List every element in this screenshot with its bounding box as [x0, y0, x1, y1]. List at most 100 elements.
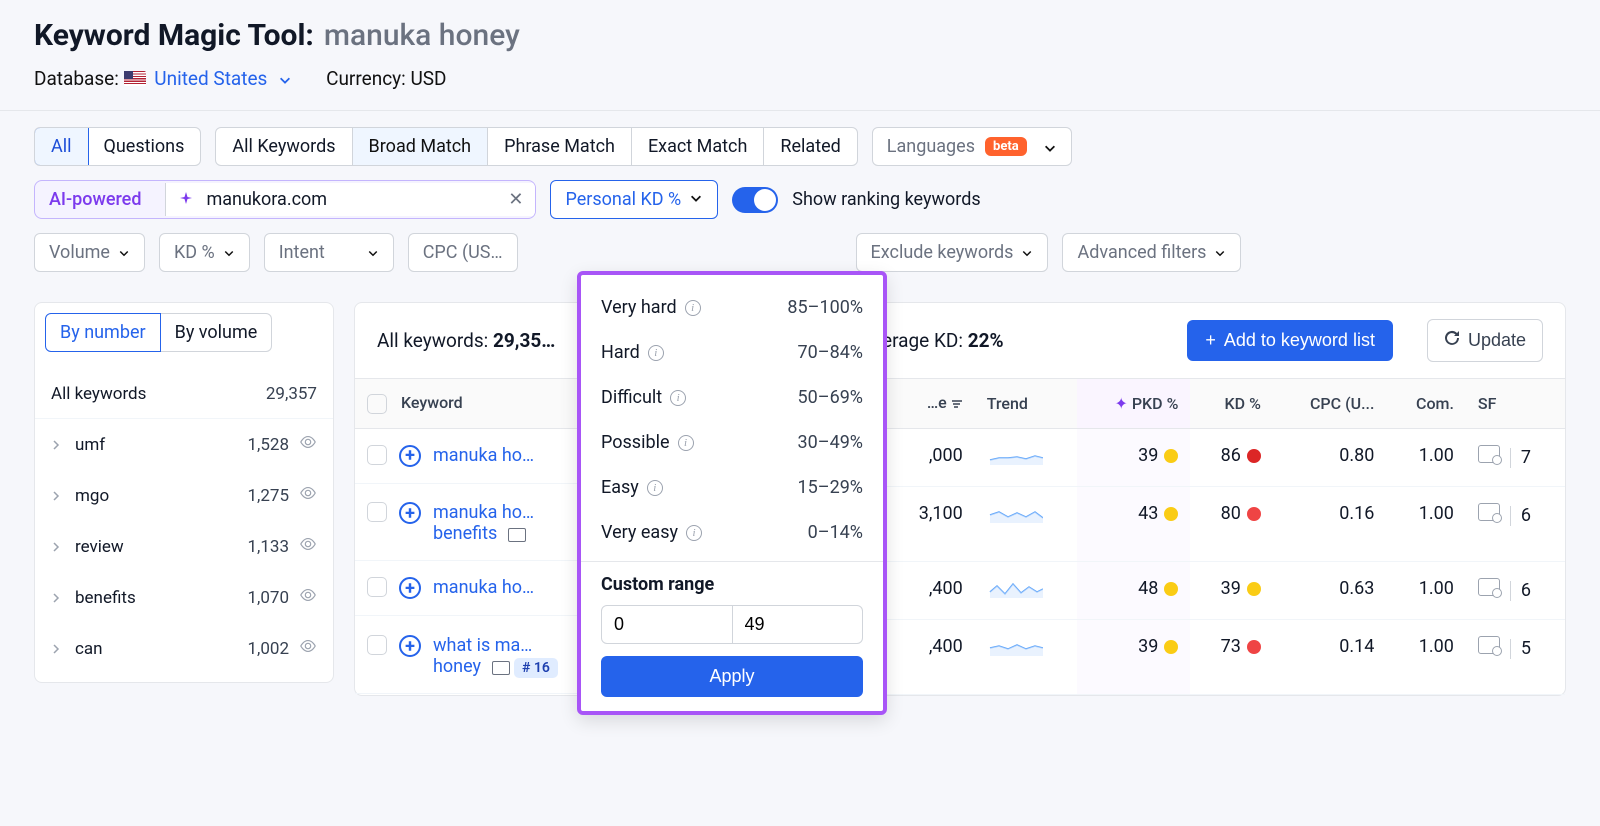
kd-level-option[interactable]: Very hard i85–100%	[581, 285, 883, 330]
beta-badge: beta	[985, 137, 1027, 156]
col-com[interactable]: Com.	[1386, 379, 1466, 429]
custom-range-to-input[interactable]	[733, 605, 864, 644]
row-checkbox[interactable]	[367, 577, 387, 597]
kd-filter[interactable]: KD %	[159, 233, 250, 272]
row-checkbox[interactable]	[367, 502, 387, 522]
group-item[interactable]: benefits 1,070	[35, 572, 333, 623]
col-sf[interactable]: SF	[1466, 379, 1565, 429]
col-keyword[interactable]: Keyword	[401, 393, 463, 412]
add-keyword-icon[interactable]: +	[399, 577, 421, 599]
kd-cell: 73	[1190, 619, 1272, 694]
tab-all[interactable]: All	[34, 127, 89, 166]
eye-icon[interactable]	[299, 637, 317, 660]
level-name: Easy	[601, 477, 639, 498]
level-name: Hard	[601, 342, 640, 363]
group-item[interactable]: review 1,133	[35, 521, 333, 572]
custom-range-from-input[interactable]	[601, 605, 733, 644]
col-cpc[interactable]: CPC (U...	[1273, 379, 1387, 429]
add-keyword-icon[interactable]: +	[399, 445, 421, 467]
volume-cell: 3,100	[887, 486, 974, 561]
sf-cell: 6	[1466, 561, 1565, 619]
kd-level-option[interactable]: Possible i30–49%	[581, 420, 883, 465]
tab-exact-match[interactable]: Exact Match	[632, 128, 764, 165]
group-name: benefits	[75, 588, 237, 608]
update-button[interactable]: Update	[1427, 319, 1543, 362]
refresh-icon	[1444, 330, 1460, 351]
personal-kd-dropdown[interactable]: Personal KD %	[550, 180, 718, 219]
add-keyword-icon[interactable]: +	[399, 502, 421, 524]
tab-related[interactable]: Related	[764, 128, 856, 165]
keyword-link[interactable]: manuka ho…benefits	[433, 502, 534, 544]
domain-chip[interactable]: manukora.com ✕	[165, 183, 535, 216]
chevron-right-icon	[51, 639, 65, 659]
tab-by-volume[interactable]: By volume	[161, 313, 273, 352]
info-icon[interactable]: i	[648, 345, 664, 361]
average-kd-summary: …erage KD: 22%	[869, 329, 1003, 352]
group-item[interactable]: umf 1,528	[35, 419, 333, 470]
add-to-keyword-list-button[interactable]: + Add to keyword list	[1187, 320, 1393, 361]
advanced-filters[interactable]: Advanced filters	[1062, 233, 1241, 272]
ai-powered-label: AI-powered	[35, 181, 155, 218]
difficulty-dot-icon	[1247, 449, 1261, 463]
eye-icon[interactable]	[299, 535, 317, 558]
serp-preview-icon[interactable]	[1478, 503, 1500, 521]
eye-icon[interactable]	[299, 586, 317, 609]
col-volume[interactable]: …e	[927, 393, 947, 412]
serp-preview-icon[interactable]	[1478, 578, 1500, 596]
info-icon[interactable]: i	[686, 525, 702, 541]
sparkle-icon: ✦	[1114, 394, 1127, 413]
volume-filter[interactable]: Volume	[34, 233, 145, 272]
kd-level-option[interactable]: Easy i15–29%	[581, 465, 883, 510]
tab-by-number[interactable]: By number	[45, 313, 161, 352]
level-range: 0–14%	[808, 522, 863, 543]
level-range: 70–84%	[798, 342, 863, 363]
show-ranking-toggle[interactable]	[732, 187, 778, 213]
eye-icon[interactable]	[299, 433, 317, 456]
intent-filter[interactable]: Intent	[264, 233, 394, 272]
pkd-cell: 39	[1077, 619, 1190, 694]
table-row: + what is ma…honey # 16 ,400 39 73 0.14 …	[355, 619, 1565, 694]
languages-dropdown[interactable]: Languages beta	[872, 127, 1072, 166]
add-keyword-icon[interactable]: +	[399, 635, 421, 657]
table-row: + manuka ho…benefits 3,100 43 80 0.16 1.…	[355, 486, 1565, 561]
kd-label: KD %	[174, 242, 215, 263]
summary-all-value: 29,35…	[493, 329, 555, 352]
group-item[interactable]: can 1,002	[35, 623, 333, 674]
cpc-filter[interactable]: CPC (US…	[408, 233, 518, 272]
apply-button[interactable]: Apply	[601, 656, 863, 697]
plus-icon: +	[1205, 330, 1216, 351]
row-checkbox[interactable]	[367, 635, 387, 655]
database-selector[interactable]: Database: United States	[34, 67, 292, 90]
tab-broad-match[interactable]: Broad Match	[353, 128, 489, 165]
keyword-link[interactable]: manuka ho…	[433, 445, 534, 466]
col-trend[interactable]: Trend	[975, 379, 1078, 429]
col-kd[interactable]: KD %	[1190, 379, 1272, 429]
info-icon[interactable]: i	[685, 300, 701, 316]
level-range: 50–69%	[798, 387, 863, 408]
col-pkd[interactable]: PKD %	[1132, 394, 1179, 413]
pkd-cell: 48	[1077, 561, 1190, 619]
keyword-link[interactable]: manuka ho…	[433, 577, 534, 598]
tab-all-keywords[interactable]: All Keywords	[216, 128, 352, 165]
clear-icon[interactable]: ✕	[508, 189, 523, 210]
serp-preview-icon[interactable]	[1478, 636, 1500, 654]
eye-icon[interactable]	[299, 484, 317, 507]
kd-level-option[interactable]: Very easy i0–14%	[581, 510, 883, 555]
info-icon[interactable]: i	[647, 480, 663, 496]
group-item[interactable]: mgo 1,275	[35, 470, 333, 521]
currency-label: Currency: USD	[326, 67, 446, 90]
exclude-keywords-filter[interactable]: Exclude keywords	[856, 233, 1049, 272]
row-checkbox[interactable]	[367, 445, 387, 465]
results-panel: All keywords: 29,35… …erage KD: 22% + Ad…	[354, 302, 1566, 696]
kd-level-option[interactable]: Hard i 70–84%	[581, 330, 883, 375]
serp-preview-icon[interactable]	[1478, 445, 1500, 463]
tab-questions[interactable]: Questions	[88, 128, 201, 165]
tab-phrase-match[interactable]: Phrase Match	[488, 128, 632, 165]
keyword-link[interactable]: what is ma…honey # 16	[433, 635, 558, 677]
info-icon[interactable]: i	[670, 390, 686, 406]
kd-level-option[interactable]: Difficult i50–69%	[581, 375, 883, 420]
select-all-checkbox[interactable]	[367, 394, 387, 414]
group-all-keywords[interactable]: All keywords 29,357	[35, 370, 333, 419]
intent-label: Intent	[279, 242, 325, 263]
info-icon[interactable]: i	[678, 435, 694, 451]
